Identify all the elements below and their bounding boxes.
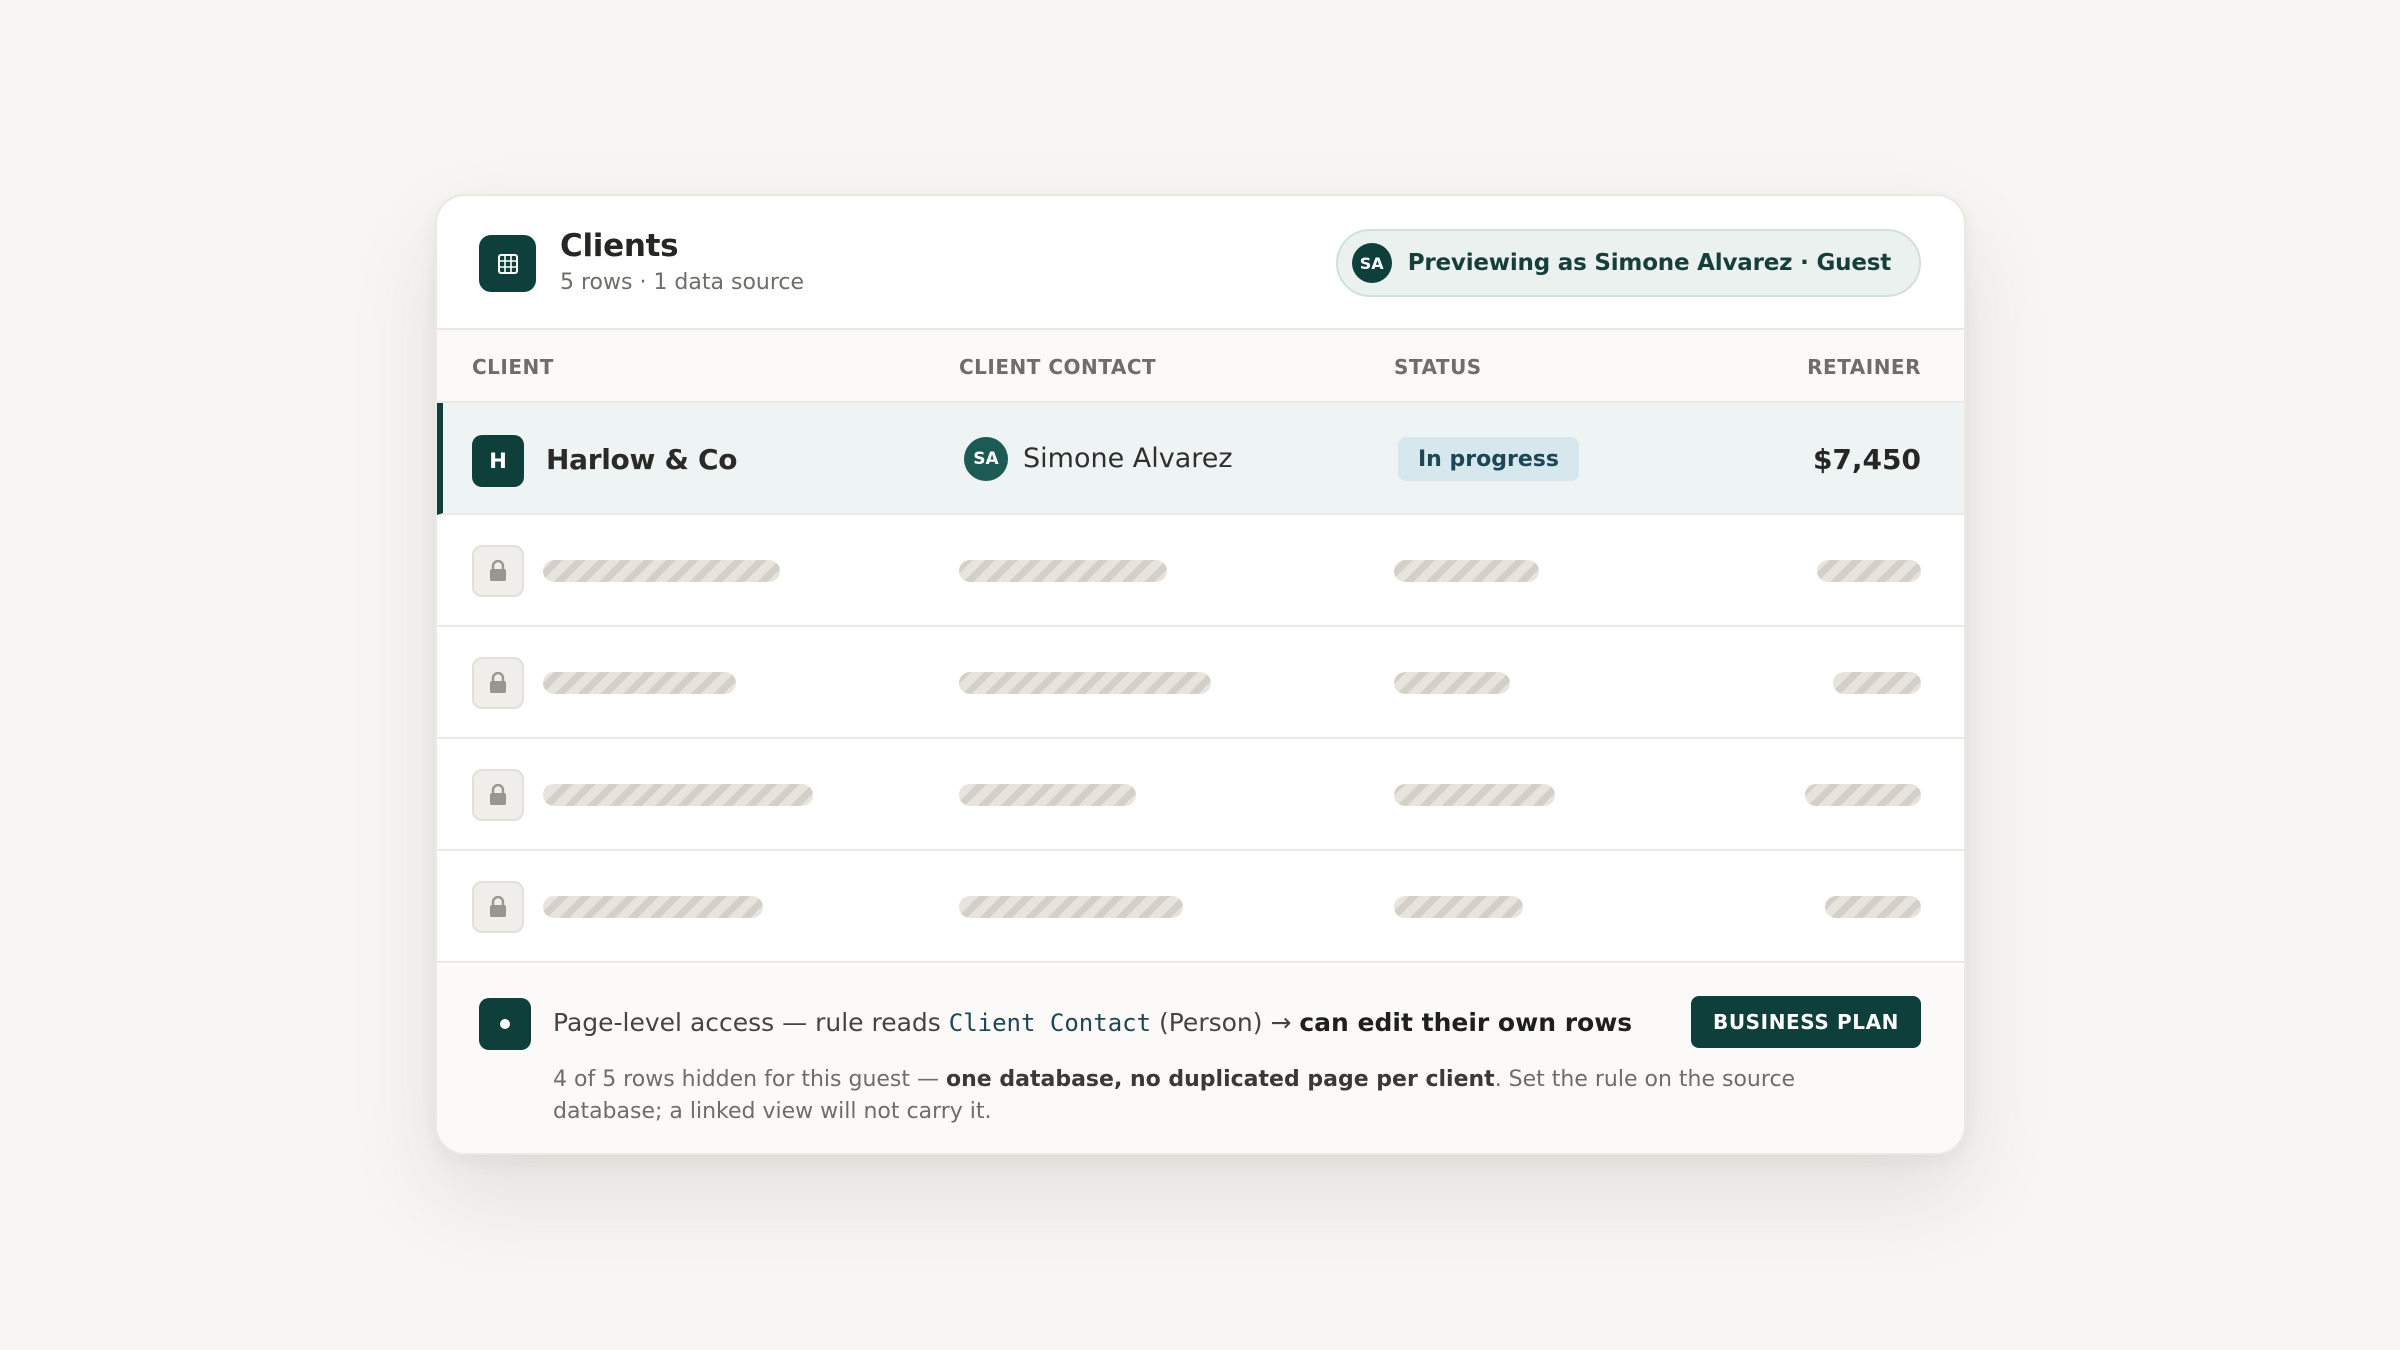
- access-rule-summary: Page-level access — rule reads Client Co…: [553, 1008, 1633, 1037]
- column-header-retainer[interactable]: RETAINER: [1807, 355, 1921, 379]
- hidden-retainer-placeholder: [1825, 896, 1921, 918]
- column-header-status[interactable]: STATUS: [1394, 355, 1482, 379]
- hidden-client-placeholder: [543, 560, 780, 582]
- hidden-client-placeholder: [543, 896, 763, 918]
- rule-property-code: Client Contact: [948, 1009, 1152, 1037]
- page-subtitle: 5 rows · 1 data source: [560, 270, 805, 295]
- table-row: [437, 739, 1964, 851]
- hidden-retainer-placeholder: [1805, 784, 1921, 806]
- hidden-client-placeholder: [543, 672, 736, 694]
- client-badge: H: [472, 435, 524, 487]
- lock-icon: [472, 657, 524, 709]
- hidden-contact-placeholder: [959, 784, 1136, 806]
- table-row[interactable]: H Harlow & Co SA Simone Alvarez In progr…: [437, 403, 1964, 515]
- table-grid-icon: [479, 235, 536, 292]
- table-row: [437, 851, 1964, 963]
- preview-label: Previewing as Simone Alvarez · Guest: [1407, 250, 1891, 276]
- hidden-contact-placeholder: [959, 560, 1167, 582]
- status-badge[interactable]: In progress: [1398, 437, 1579, 481]
- access-rule-note: 4 of 5 rows hidden for this guest — one …: [553, 1067, 1796, 1124]
- column-header-client[interactable]: CLIENT: [472, 355, 554, 379]
- rule-permission: can edit their own rows: [1299, 1008, 1633, 1037]
- lock-icon: [472, 545, 524, 597]
- hidden-client-placeholder: [543, 784, 813, 806]
- page-title: Clients: [560, 228, 679, 264]
- preview-as-guest-pill[interactable]: SA Previewing as Simone Alvarez · Guest: [1335, 229, 1921, 297]
- client-name[interactable]: Harlow & Co: [546, 443, 738, 476]
- avatar: SA: [1351, 243, 1392, 283]
- lock-icon: [472, 769, 524, 821]
- dot-icon: [479, 998, 531, 1050]
- card-header: Clients 5 rows · 1 data source SA Previe…: [437, 196, 1964, 330]
- business-plan-button[interactable]: BUSINESS PLAN: [1690, 996, 1921, 1048]
- table-row: [437, 627, 1964, 739]
- client-contact[interactable]: Simone Alvarez: [1023, 443, 1233, 474]
- clients-database-card: Clients 5 rows · 1 data source SA Previe…: [435, 194, 1966, 1155]
- hidden-status-placeholder: [1394, 672, 1510, 694]
- hidden-status-placeholder: [1394, 784, 1555, 806]
- column-header-client-contact[interactable]: CLIENT CONTACT: [959, 355, 1156, 379]
- table-header: CLIENT CLIENT CONTACT STATUS RETAINER: [437, 330, 1964, 403]
- hidden-status-placeholder: [1394, 560, 1539, 582]
- hidden-retainer-placeholder: [1817, 560, 1921, 582]
- hidden-contact-placeholder: [959, 896, 1183, 918]
- hidden-retainer-placeholder: [1833, 672, 1921, 694]
- hidden-contact-placeholder: [959, 672, 1211, 694]
- access-rule-footer: Page-level access — rule reads Client Co…: [437, 966, 1964, 1153]
- lock-icon: [472, 881, 524, 933]
- hidden-status-placeholder: [1394, 896, 1523, 918]
- retainer-value[interactable]: $7,450: [1813, 443, 1921, 476]
- avatar: SA: [964, 437, 1008, 481]
- table-row: [437, 515, 1964, 627]
